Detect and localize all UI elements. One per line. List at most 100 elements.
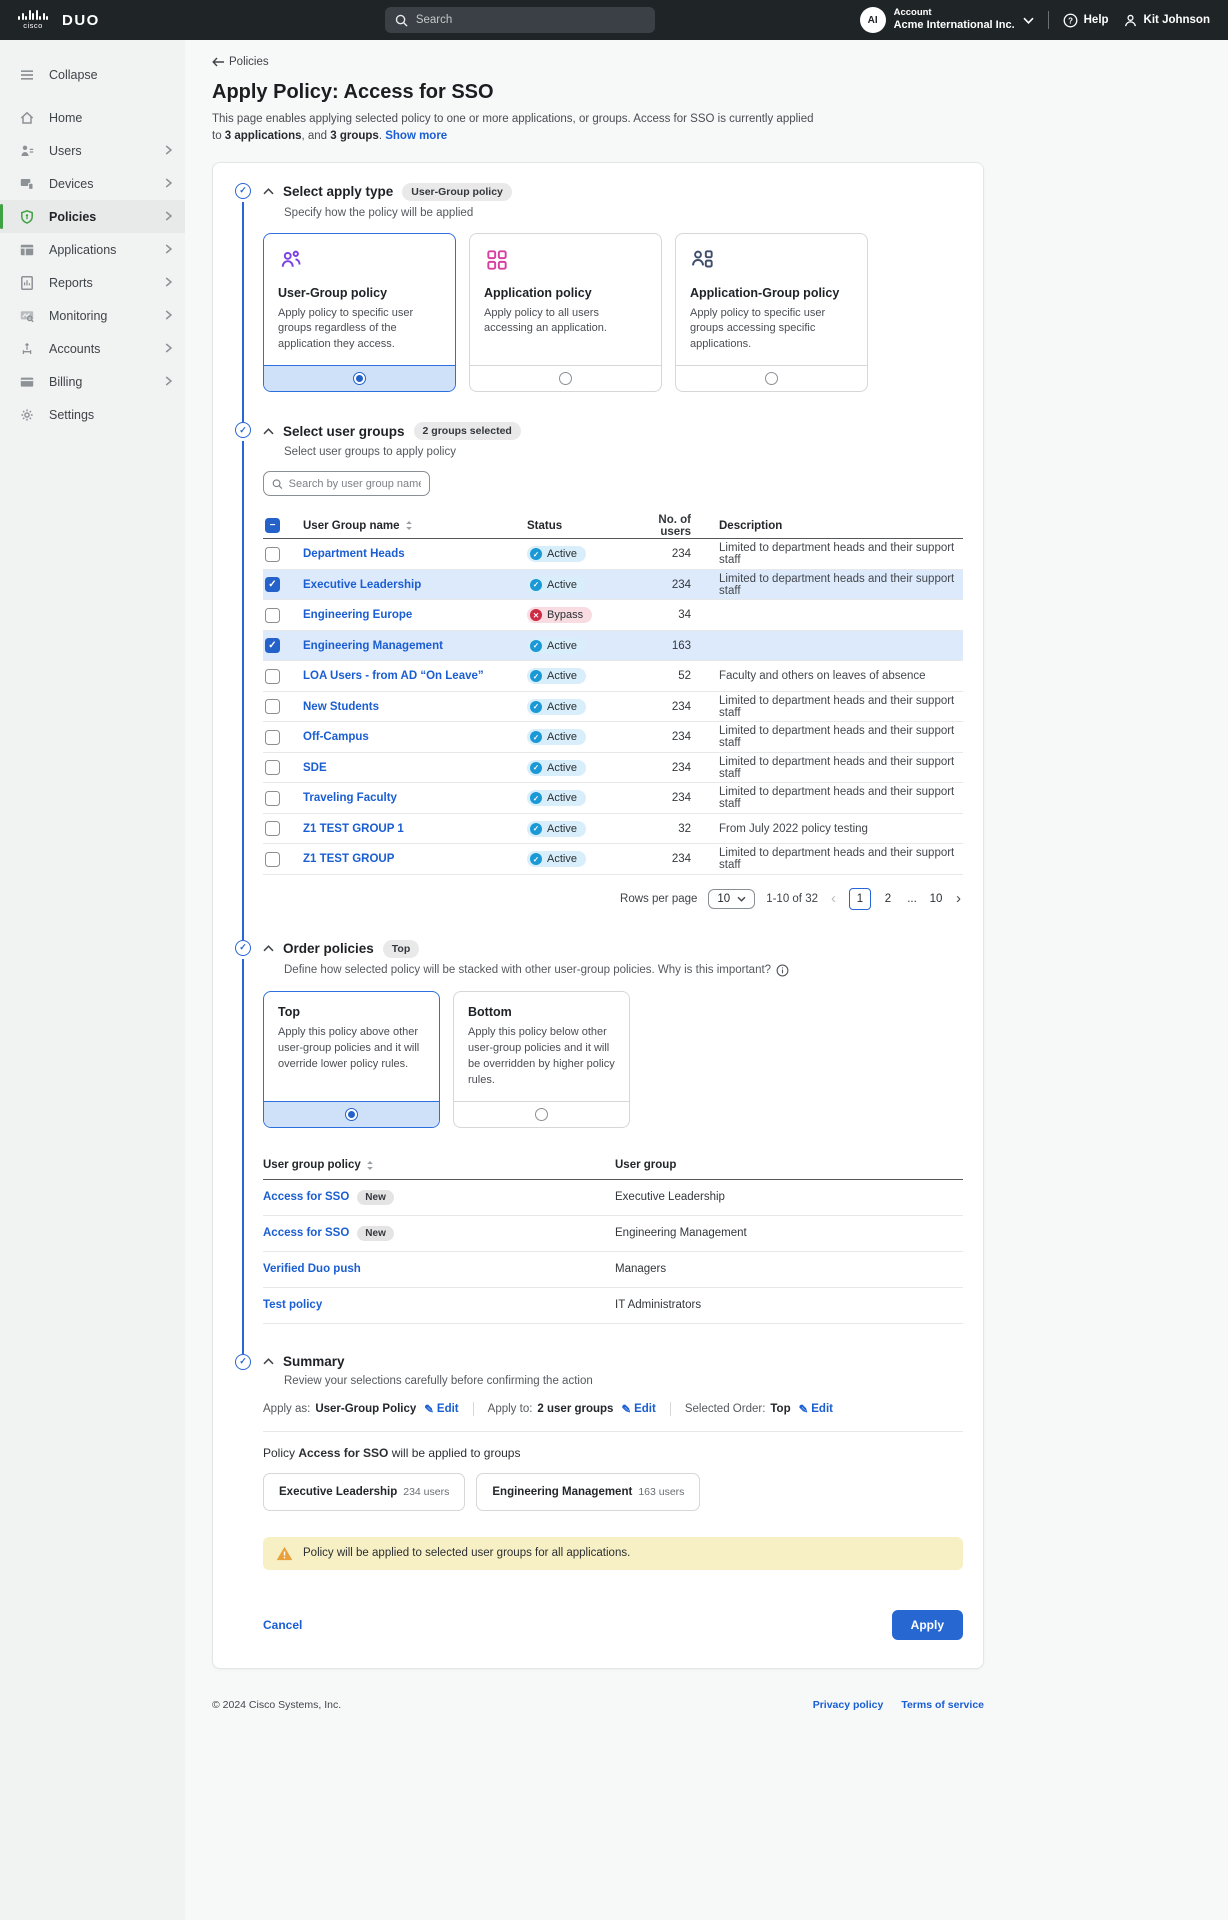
- option-radio-area[interactable]: [264, 365, 455, 391]
- account-switcher[interactable]: AI Account Acme International Inc.: [860, 7, 1034, 33]
- sort-icon[interactable]: [405, 520, 413, 531]
- sidebar-item-settings[interactable]: Settings: [0, 398, 185, 431]
- row-checkbox[interactable]: [265, 760, 280, 775]
- collapse-section-icon[interactable]: [263, 945, 274, 952]
- column-header-policy[interactable]: User group policy: [263, 1159, 361, 1171]
- sidebar-item-accounts[interactable]: Accounts: [0, 332, 185, 365]
- user-group-row[interactable]: Z1 TEST GROUP 1 Active 32 From July 2022…: [263, 814, 963, 845]
- radio-unselected[interactable]: [559, 372, 572, 385]
- sidebar-item-users[interactable]: Users: [0, 134, 185, 167]
- group-search-input[interactable]: [289, 478, 421, 490]
- option-radio-area[interactable]: [470, 365, 661, 391]
- user-group-row[interactable]: SDE Active 234 Limited to department hea…: [263, 753, 963, 784]
- user-group-row[interactable]: Z1 TEST GROUP Active 234 Limited to depa…: [263, 844, 963, 875]
- policy-link[interactable]: Access for SSO: [263, 1191, 349, 1203]
- user-group-link[interactable]: LOA Users - from AD “On Leave”: [303, 670, 527, 682]
- user-group-link[interactable]: Engineering Management: [303, 640, 527, 652]
- user-menu[interactable]: Kit Johnson: [1123, 13, 1210, 28]
- row-checkbox[interactable]: [265, 577, 280, 592]
- policy-link[interactable]: Test policy: [263, 1299, 322, 1311]
- user-group-row[interactable]: New Students Active 234 Limited to depar…: [263, 692, 963, 723]
- user-group-link[interactable]: New Students: [303, 701, 527, 713]
- policy-row[interactable]: Verified Duo push Managers: [263, 1252, 963, 1288]
- row-checkbox[interactable]: [265, 821, 280, 836]
- user-group-row[interactable]: Executive Leadership Active 234 Limited …: [263, 570, 963, 601]
- user-group-link[interactable]: SDE: [303, 762, 527, 774]
- global-search[interactable]: [385, 7, 655, 33]
- edit-link[interactable]: ✎Edit: [424, 1402, 458, 1416]
- sidebar-item-monitoring[interactable]: Monitoring: [0, 299, 185, 332]
- user-group-link[interactable]: Off-Campus: [303, 731, 527, 743]
- collapse-section-icon[interactable]: [263, 428, 274, 435]
- sidebar-item-policies[interactable]: Policies: [0, 200, 185, 233]
- cancel-button[interactable]: Cancel: [263, 1618, 302, 1632]
- user-group-link[interactable]: Engineering Europe: [303, 609, 527, 621]
- footer-link[interactable]: Terms of service: [901, 1699, 984, 1711]
- search-input[interactable]: [416, 14, 645, 26]
- option-radio-area[interactable]: [676, 365, 867, 391]
- option-radio-area[interactable]: [454, 1101, 629, 1127]
- row-checkbox[interactable]: [265, 669, 280, 684]
- row-checkbox[interactable]: [265, 791, 280, 806]
- info-icon[interactable]: [776, 964, 789, 977]
- collapse-section-icon[interactable]: [263, 188, 274, 195]
- page-button[interactable]: 2: [881, 893, 895, 905]
- previous-page-icon[interactable]: ‹: [829, 890, 838, 907]
- user-group-link[interactable]: Traveling Faculty: [303, 792, 527, 804]
- user-group-link[interactable]: Department Heads: [303, 548, 527, 560]
- breadcrumb[interactable]: Policies: [212, 56, 269, 68]
- group-search-box[interactable]: [263, 471, 430, 496]
- row-checkbox[interactable]: [265, 852, 280, 867]
- column-header-name[interactable]: User Group name: [303, 520, 400, 532]
- sidebar-item-applications[interactable]: Applications: [0, 233, 185, 266]
- show-more-link[interactable]: Show more: [385, 130, 447, 142]
- row-checkbox[interactable]: [265, 638, 280, 653]
- footer-link[interactable]: Privacy policy: [813, 1699, 884, 1711]
- rows-per-page-select[interactable]: 10: [708, 889, 755, 909]
- page-button[interactable]: ...: [905, 893, 919, 905]
- help-button[interactable]: ? Help: [1063, 13, 1109, 28]
- policy-link[interactable]: Verified Duo push: [263, 1263, 361, 1275]
- sidebar-collapse[interactable]: Collapse: [0, 58, 185, 91]
- radio-unselected[interactable]: [765, 372, 778, 385]
- page-button[interactable]: 1: [849, 888, 871, 910]
- option-order-top[interactable]: Top Apply this policy above other user-g…: [263, 991, 440, 1128]
- policy-link[interactable]: Access for SSO: [263, 1227, 349, 1239]
- collapse-section-icon[interactable]: [263, 1358, 274, 1365]
- policy-row[interactable]: Access for SSO New Engineering Managemen…: [263, 1216, 963, 1252]
- policy-row[interactable]: Access for SSO New Executive Leadership: [263, 1180, 963, 1216]
- sidebar-item-home[interactable]: Home: [0, 101, 185, 134]
- user-group-link[interactable]: Z1 TEST GROUP 1: [303, 823, 527, 835]
- user-group-row[interactable]: LOA Users - from AD “On Leave” Active 52…: [263, 661, 963, 692]
- row-checkbox[interactable]: [265, 547, 280, 562]
- option-order-bottom[interactable]: Bottom Apply this policy below other use…: [453, 991, 630, 1128]
- sidebar-item-billing[interactable]: Billing: [0, 365, 185, 398]
- sort-icon[interactable]: [366, 1160, 374, 1171]
- edit-link[interactable]: ✎Edit: [621, 1402, 655, 1416]
- user-group-row[interactable]: Off-Campus Active 234 Limited to departm…: [263, 722, 963, 753]
- page-button[interactable]: 10: [929, 893, 943, 905]
- policy-row[interactable]: Test policy IT Administrators: [263, 1288, 963, 1324]
- radio-unselected[interactable]: [535, 1108, 548, 1121]
- option-application-policy[interactable]: Application policy Apply policy to all u…: [469, 233, 662, 393]
- select-all-checkbox[interactable]: [265, 518, 280, 533]
- option-user-group-policy[interactable]: User-Group policy Apply policy to specif…: [263, 233, 456, 393]
- option-radio-area[interactable]: [264, 1101, 439, 1127]
- apply-button[interactable]: Apply: [892, 1610, 963, 1640]
- row-checkbox[interactable]: [265, 608, 280, 623]
- row-checkbox[interactable]: [265, 730, 280, 745]
- radio-selected[interactable]: [353, 372, 366, 385]
- edit-link[interactable]: ✎Edit: [799, 1402, 833, 1416]
- radio-selected[interactable]: [345, 1108, 358, 1121]
- sidebar-item-reports[interactable]: Reports: [0, 266, 185, 299]
- user-group-row[interactable]: Engineering Management Active 163: [263, 631, 963, 662]
- user-group-row[interactable]: Department Heads Active 234 Limited to d…: [263, 539, 963, 570]
- option-application-group-policy[interactable]: Application-Group policy Apply policy to…: [675, 233, 868, 393]
- user-group-link[interactable]: Executive Leadership: [303, 579, 527, 591]
- sidebar-item-devices[interactable]: Devices: [0, 167, 185, 200]
- row-checkbox[interactable]: [265, 699, 280, 714]
- next-page-icon[interactable]: ›: [954, 890, 963, 907]
- user-group-row[interactable]: Traveling Faculty Active 234 Limited to …: [263, 783, 963, 814]
- user-group-row[interactable]: Engineering Europe Bypass 34: [263, 600, 963, 631]
- user-group-link[interactable]: Z1 TEST GROUP: [303, 853, 527, 865]
